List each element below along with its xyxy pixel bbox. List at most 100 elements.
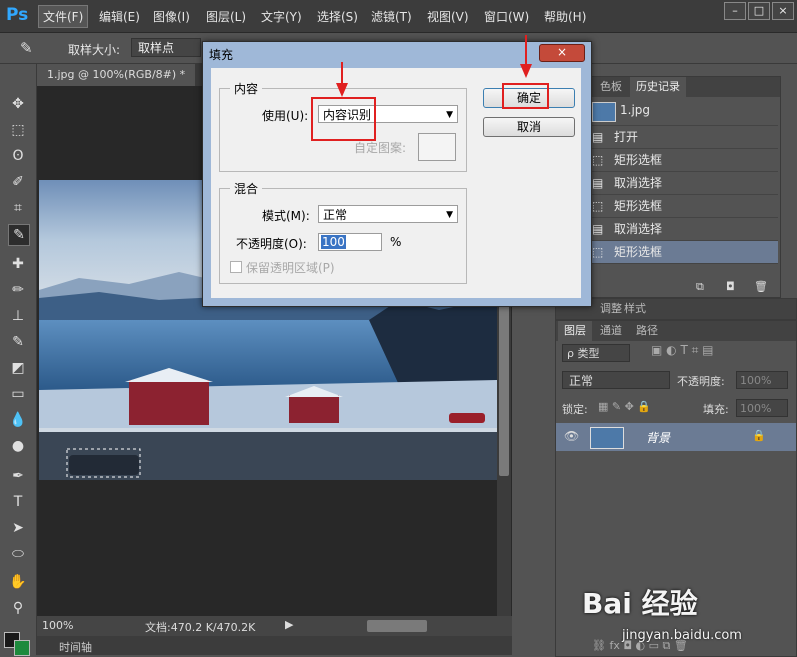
menu-help[interactable]: 帮助(H) [544,8,586,25]
dialog-close-button[interactable]: × [539,44,585,62]
layer-filter-select[interactable]: ρ 类型 [562,344,630,362]
move-tool-icon[interactable]: ✥ [8,94,28,114]
trash-icon[interactable]: 🗑 [754,280,768,293]
dropdown-arrow-icon: ▼ [446,210,453,220]
pen-tool-icon[interactable]: ✒ [8,466,28,486]
menu-image[interactable]: 图像(I) [153,8,190,25]
opacity-input[interactable]: 100% [736,371,788,389]
annotation-highlight-use [311,97,376,141]
zoom-tool-icon[interactable]: ⚲ [8,598,28,618]
blur-tool-icon[interactable]: 💧 [8,410,28,430]
maximize-button[interactable]: □ [748,2,770,20]
brush-tool-icon[interactable]: ✏ [8,280,28,300]
blend-mode-select[interactable]: 正常 [562,371,670,389]
opacity-label: 不透明度: [677,375,725,388]
eraser-tool-icon[interactable]: ◩ [8,358,28,378]
layer-filter-icons[interactable]: ▣ ◐ T ⌗ ▤ [651,343,714,358]
menu-type[interactable]: 文字(Y) [261,8,302,25]
history-item-icon: ▤ [592,222,604,236]
history-item-icon: ⬚ [592,245,604,259]
crop-tool-icon[interactable]: ⌗ [8,198,28,218]
lasso-tool-icon[interactable]: ʘ [8,146,28,166]
menu-layer[interactable]: 图层(L) [206,8,246,25]
snapshot-label: 1.jpg [620,103,651,117]
history-item-icon: ▤ [592,130,604,144]
type-tool-icon[interactable]: T [8,492,28,512]
custom-pattern-label: 自定图案: [354,141,407,155]
lock-icons[interactable]: ▦ ✎ ✥ 🔒 [598,400,651,413]
eye-icon[interactable]: 👁 [564,429,579,443]
layer-lock-icon: 🔒 [752,429,766,442]
menu-view[interactable]: 视图(V) [427,8,469,25]
tab-swatches[interactable]: 色板 [594,77,628,97]
layer-name: 背景 [646,431,671,445]
history-item-icon: ⬚ [592,153,604,167]
menu-bar: Ps 文件(F) 编辑(E) 图像(I) 图层(L) 文字(Y) 选择(S) 滤… [0,0,797,33]
history-item-icon: ▤ [592,176,604,190]
background-color-swatch[interactable] [14,640,30,656]
mode-select-value: 正常 [323,208,348,222]
tab-history[interactable]: 历史记录 [630,77,686,97]
blend-group-title: 混合 [230,180,263,197]
annotation-highlight-ok [502,83,549,109]
lock-label: 锁定: [562,403,588,416]
tab-layers[interactable]: 图层 [558,321,592,341]
menu-edit[interactable]: 编辑(E) [99,8,140,25]
mode-select[interactable]: 正常 ▼ [318,205,458,223]
dropdown-arrow-icon: ▼ [446,110,453,120]
minimize-button[interactable]: – [724,2,746,20]
use-label: 使用(U): [262,109,309,123]
new-document-from-state-icon[interactable]: ⧉ [696,280,704,294]
menu-window[interactable]: 窗口(W) [484,8,529,25]
opacity-input-value: 100 [321,235,346,249]
blend-group: 混合 模式(M): 正常 ▼ 不透明度(O): 100 % 保留透明区域(P) [219,180,467,284]
cancel-button[interactable]: 取消 [483,117,575,137]
fill-input[interactable]: 100% [736,399,788,417]
status-menu-arrow-icon[interactable]: ▶ [285,618,293,631]
layer-thumbnail [590,427,624,449]
photoshop-logo: Ps [6,5,29,25]
zoom-level[interactable]: 100% [42,619,73,632]
marquee-tool-icon[interactable]: ⬚ [8,120,28,140]
timeline-tab[interactable]: 时间轴 [59,639,92,655]
healing-brush-tool-icon[interactable]: ✚ [8,254,28,274]
quick-select-tool-icon[interactable]: ✐ [8,172,28,192]
custom-pattern-picker[interactable] [418,133,456,161]
snapshot-thumbnail [592,102,616,122]
layer-row[interactable]: 👁 背景 🔒 [556,423,796,451]
tab-paths[interactable]: 路径 [630,321,664,341]
document-tab[interactable]: 1.jpg @ 100%(RGB/8#) * [37,64,196,86]
shape-tool-icon[interactable]: ⬭ [8,544,28,564]
eyedropper-tool-icon[interactable]: ✎ [8,224,30,246]
hand-tool-icon[interactable]: ✋ [8,572,28,592]
annotation-arrow-shaft [525,35,527,65]
baidu-watermark: Bai 经验 jingyan.baidu.com [582,572,787,652]
path-select-tool-icon[interactable]: ➤ [8,518,28,538]
horizontal-scroll-thumb[interactable] [367,620,427,632]
preserve-transparency-checkbox[interactable] [230,261,242,273]
eyedropper-icon[interactable]: ✎ [20,39,33,57]
watermark-brand: Bai 经验 [582,587,698,620]
fill-dialog: 填充 × 内容 使用(U): 内容识别 ▼ 自定图案: 混合 模式(M): 正常 ▼… [202,41,592,307]
tab-styles[interactable]: 样式 [618,299,652,319]
tab-channels[interactable]: 通道 [594,321,628,341]
history-item-label: 打开 [614,130,639,144]
camera-icon[interactable]: ◘ [726,280,735,293]
document-size: 文档:470.2 K/470.2K [145,621,256,634]
menu-filter[interactable]: 滤镜(T) [371,8,412,25]
history-item-label: 矩形选框 [614,199,663,213]
menu-file[interactable]: 文件(F) [38,5,89,28]
clone-stamp-tool-icon[interactable]: ⊥ [8,306,28,326]
gradient-tool-icon[interactable]: ▭ [8,384,28,404]
history-item-label: 矩形选框 [614,245,663,259]
history-brush-tool-icon[interactable]: ✎ [8,332,28,352]
dodge-tool-icon[interactable]: ● [8,436,28,456]
menu-select[interactable]: 选择(S) [317,8,358,25]
content-group-title: 内容 [230,80,263,97]
opacity-input[interactable]: 100 [318,233,382,251]
percent-label: % [390,235,402,249]
opacity-label: 不透明度(O): [236,237,307,251]
mode-label: 模式(M): [262,209,310,223]
sample-size-select[interactable]: 取样点 [131,38,201,57]
close-app-button[interactable]: × [772,2,794,20]
